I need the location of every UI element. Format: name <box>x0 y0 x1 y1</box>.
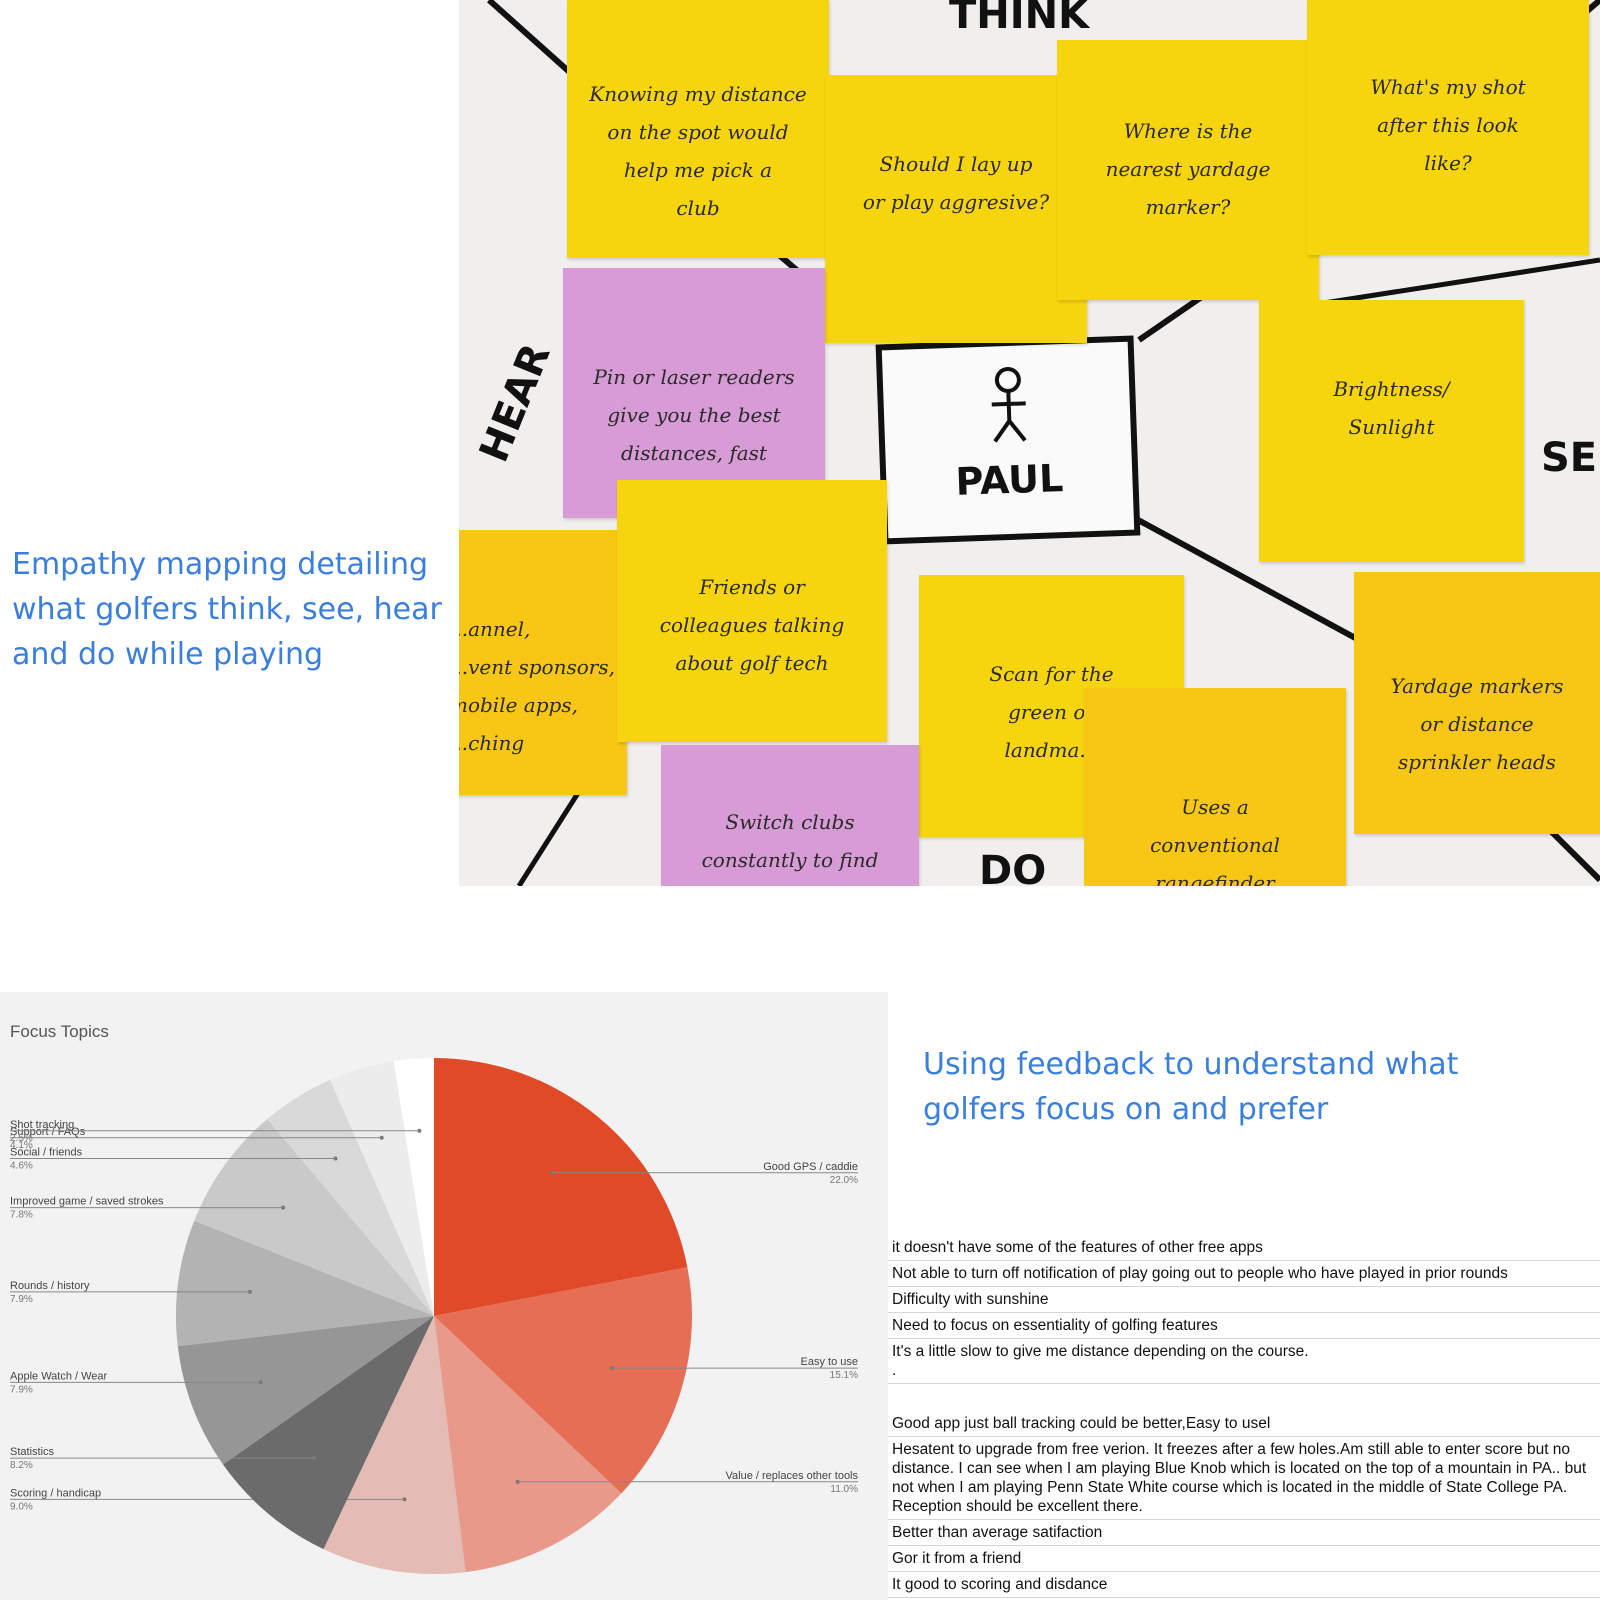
slice-percent: 11.0% <box>830 1484 858 1495</box>
sticky-note: Friends or colleagues talking about golf… <box>617 480 887 742</box>
slice-label: Shot tracking <box>10 1119 74 1131</box>
sticky-note: Should I lay up or play aggresive? <box>825 75 1087 343</box>
empathy-map-photo: THINK HEAR SEE DO PAUL Knowing my distan… <box>459 0 1600 886</box>
do-label: DO <box>979 848 1047 886</box>
slice-label: Apple Watch / Wear <box>10 1370 108 1382</box>
sticky-note: Brightness/ Sunlight <box>1259 300 1524 562</box>
feedback-row: It good to scoring and disdance <box>888 1572 1600 1598</box>
slice-percent: 8.2% <box>10 1460 33 1471</box>
slice-label: Statistics <box>10 1446 55 1458</box>
slice-label: Improved game / saved strokes <box>10 1196 164 1208</box>
sticky-note: Where is the nearest yardage marker? <box>1057 40 1319 300</box>
slice-percent: 22.0% <box>830 1175 858 1186</box>
feedback-row: Gor it from a friend <box>888 1546 1600 1572</box>
slice-label: Easy to use <box>801 1356 858 1368</box>
feedback-row: Hesatent to upgrade from free verion. It… <box>888 1437 1600 1520</box>
feedback-row: Difficulty with sunshine <box>888 1287 1600 1313</box>
feedback-row: Need to focus on essentiality of golfing… <box>888 1313 1600 1339</box>
pie-chart-svg: Good GPS / caddie 22.0% Easy to use 15.1% Va… <box>10 1058 859 1575</box>
feedback-list: it doesn't have some of the features of … <box>888 1235 1600 1598</box>
feedback-row: it doesn't have some of the features of … <box>888 1235 1600 1261</box>
feedback-row: It's a little slow to give me distance d… <box>888 1339 1600 1384</box>
slice-percent: 7.9% <box>10 1384 33 1395</box>
feedback-row: Good app just ball tracking could be bet… <box>888 1384 1600 1437</box>
slice-label: Value / replaces other tools <box>726 1470 859 1482</box>
persona-name: PAUL <box>954 456 1064 504</box>
sticky-note: Switch clubs constantly to find <box>661 745 919 886</box>
slice-percent: 9.0% <box>10 1501 33 1512</box>
focus-topics-chart: Focus Topics Good GPS / caddie 22.0% Easy … <box>0 992 888 1600</box>
feedback-row: Not able to turn off notification of pla… <box>888 1261 1600 1287</box>
sticky-note: What's my shot after this look like? <box>1307 0 1589 255</box>
empathy-caption: Empathy mapping detailing what golfers t… <box>12 547 442 672</box>
slice-label: Rounds / history <box>10 1280 90 1292</box>
slice-label: Scoring / handicap <box>10 1487 101 1499</box>
slice-label: Good GPS / caddie <box>763 1161 858 1173</box>
think-label: THINK <box>949 0 1090 38</box>
slice-percent: 4.6% <box>10 1161 33 1172</box>
stick-figure-icon <box>991 366 1027 443</box>
feedback-row: Better than average satifaction <box>888 1520 1600 1546</box>
see-label: SEE <box>1541 435 1600 481</box>
slice-percent: 2.5% <box>10 1133 33 1144</box>
slice-percent: 7.9% <box>10 1294 33 1305</box>
sticky-note: Uses a conventional rangefinder <box>1084 688 1346 886</box>
feedback-caption: Using feedback to understand what golfer… <box>923 1047 1459 1127</box>
slice-percent: 7.8% <box>10 1210 33 1221</box>
sticky-note: Knowing my distance on the spot would he… <box>567 0 829 258</box>
slice-percent: 15.1% <box>830 1370 858 1381</box>
sticky-note: ...annel, ...vent sponsors, mobile apps,… <box>459 530 627 795</box>
persona-box: PAUL <box>875 335 1141 545</box>
sticky-note: Yardage markers or distance sprinkler he… <box>1354 572 1600 834</box>
